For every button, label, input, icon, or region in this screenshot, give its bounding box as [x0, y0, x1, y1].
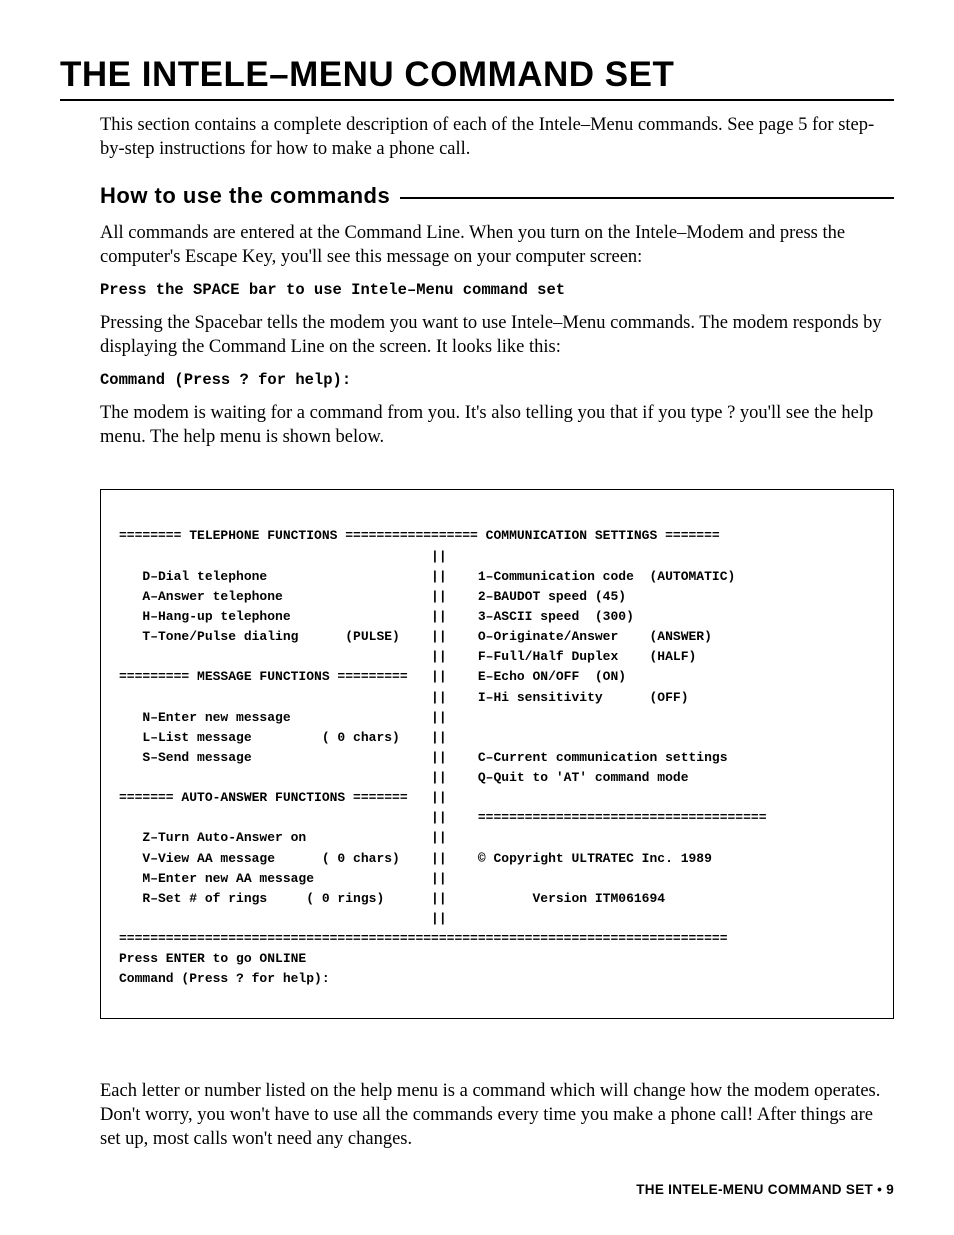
section-heading-text: How to use the commands — [100, 183, 390, 209]
outro-paragraph: Each letter or number listed on the help… — [100, 1079, 894, 1151]
paragraph-2: Pressing the Spacebar tells the modem yo… — [100, 311, 894, 359]
page-footer: THE INTELE-MENU COMMAND SET • 9 — [636, 1182, 894, 1197]
page-title: THE INTELE–MENU COMMAND SET — [60, 55, 894, 101]
help-menu-terminal: ======== TELEPHONE FUNCTIONS ===========… — [100, 489, 894, 1018]
paragraph-3: The modem is waiting for a command from … — [100, 401, 894, 449]
terminal-prompt-1: Press the SPACE bar to use Intele–Menu c… — [100, 281, 894, 299]
paragraph-1: All commands are entered at the Command … — [100, 221, 894, 269]
terminal-prompt-2: Command (Press ? for help): — [100, 371, 894, 389]
section-heading: How to use the commands — [100, 183, 894, 209]
intro-paragraph: This section contains a complete descrip… — [100, 113, 894, 161]
heading-rule — [400, 197, 894, 199]
